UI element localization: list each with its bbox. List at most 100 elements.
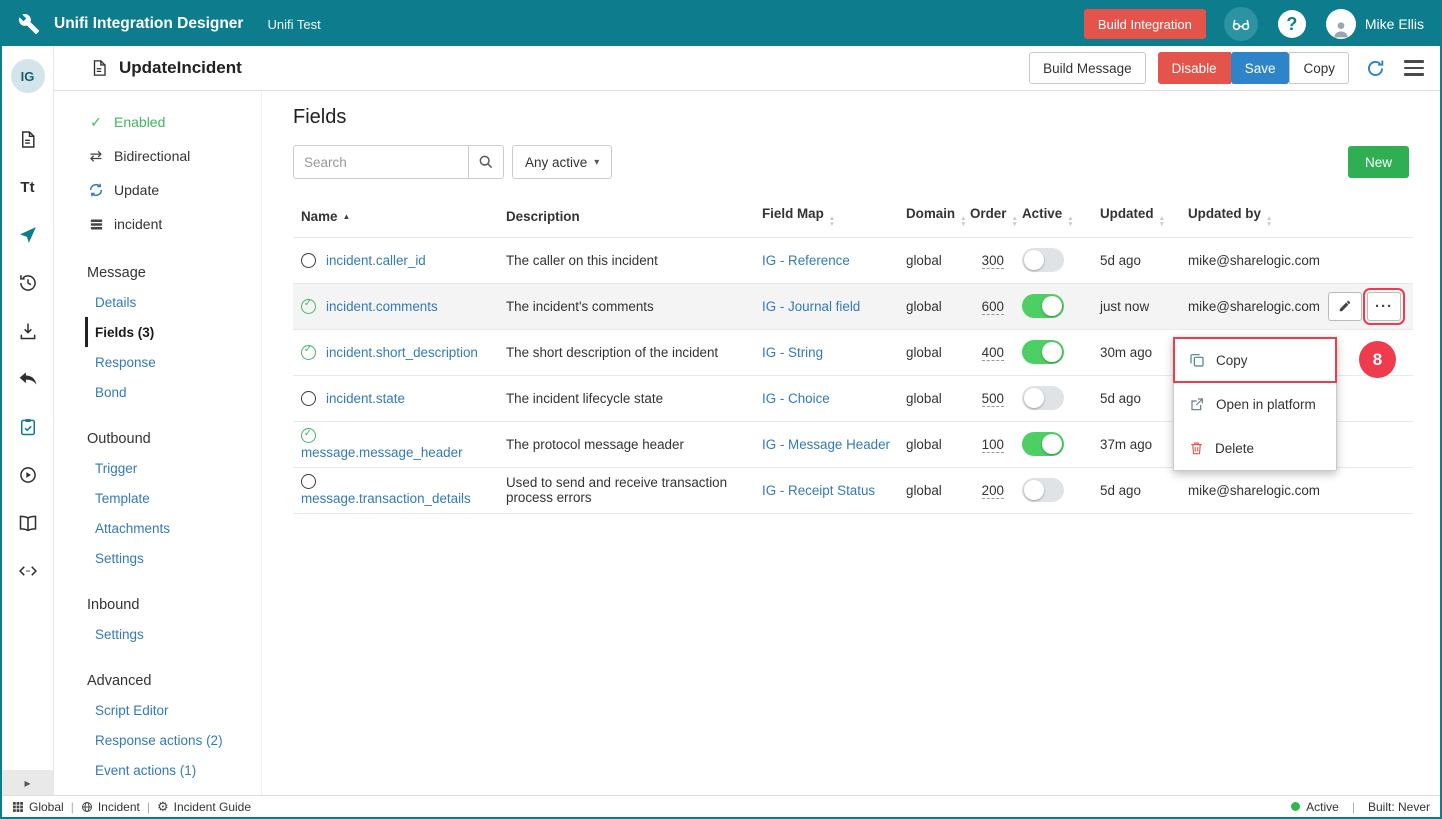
history-icon[interactable] <box>2 259 53 307</box>
sidebar-item-fields[interactable]: Fields (3) <box>85 317 261 347</box>
menu-icon[interactable] <box>1404 60 1424 76</box>
scope-incident[interactable]: Incident <box>81 800 140 814</box>
sidebar-item-attachments[interactable]: Attachments <box>54 513 261 543</box>
field-order[interactable]: 400 <box>982 345 1004 361</box>
field-order[interactable]: 100 <box>982 437 1004 453</box>
record-header: UpdateIncident Build Message Disable Sav… <box>54 46 1440 91</box>
col-header-updated-by[interactable]: Updated by▲▼ <box>1188 197 1328 237</box>
edit-button[interactable] <box>1328 292 1362 321</box>
col-header-order[interactable]: Order▲▼ <box>970 197 1022 237</box>
field-map-link[interactable]: IG - Message Header <box>762 437 890 452</box>
download-icon[interactable] <box>2 307 53 355</box>
search-icon <box>478 154 494 170</box>
menu-item-open-in-platform[interactable]: Open in platform <box>1174 382 1336 426</box>
collapse-icon[interactable]: ▸ <box>2 770 53 795</box>
sidebar: ✓ Enabled ⇄ Bidirectional Update inciden… <box>54 91 262 795</box>
field-order[interactable]: 500 <box>982 391 1004 407</box>
build-integration-button[interactable]: Build Integration <box>1084 9 1206 39</box>
sidebar-item-bidirectional[interactable]: ⇄ Bidirectional <box>54 139 261 173</box>
active-toggle[interactable] <box>1022 294 1064 318</box>
col-header-description[interactable]: Description <box>506 197 762 237</box>
user-avatar[interactable] <box>1326 9 1356 39</box>
field-name-link[interactable]: message.message_header <box>301 445 463 460</box>
integration-avatar[interactable]: IG <box>11 59 45 93</box>
save-button[interactable]: Save <box>1231 52 1290 84</box>
sidebar-item-update[interactable]: Update <box>54 173 261 207</box>
text-icon[interactable]: Tt <box>2 163 53 211</box>
sidebar-item-template[interactable]: Template <box>54 483 261 513</box>
col-header-field-map[interactable]: Field Map▲▼ <box>762 197 906 237</box>
field-order[interactable]: 600 <box>982 299 1004 315</box>
field-order[interactable]: 300 <box>982 253 1004 269</box>
refresh-icon[interactable] <box>1365 58 1386 79</box>
field-state-icon <box>301 299 316 314</box>
table-row[interactable]: incident.comments The incident's comment… <box>293 283 1413 329</box>
active-toggle[interactable] <box>1022 248 1064 272</box>
field-map-link[interactable]: IG - Reference <box>762 253 850 268</box>
active-toggle[interactable] <box>1022 478 1064 502</box>
sidebar-item-response[interactable]: Response <box>54 347 261 377</box>
field-order[interactable]: 200 <box>982 483 1004 499</box>
app-window: Unifi Integration Designer Unifi Test Bu… <box>0 0 1442 819</box>
document-icon[interactable] <box>2 115 53 163</box>
field-map-link[interactable]: IG - Receipt Status <box>762 483 875 498</box>
reply-icon[interactable] <box>2 355 53 403</box>
disable-button[interactable]: Disable <box>1158 52 1231 84</box>
search-input[interactable] <box>293 145 469 179</box>
active-filter-dropdown[interactable]: Any active ▾ <box>512 145 612 179</box>
table-row[interactable]: message.transaction_details Used to send… <box>293 467 1413 513</box>
document-icon <box>90 58 108 78</box>
active-toggle[interactable] <box>1022 386 1064 410</box>
sidebar-item-trigger[interactable]: Trigger <box>54 453 261 483</box>
field-map-link[interactable]: IG - Choice <box>762 391 830 406</box>
field-map-link[interactable]: IG - Journal field <box>762 299 860 314</box>
field-name-link[interactable]: incident.state <box>326 391 405 406</box>
sidebar-item-event-actions[interactable]: Event actions (1) <box>54 755 261 785</box>
field-state-icon <box>301 253 316 268</box>
sidebar-item-incident[interactable]: incident <box>54 207 261 241</box>
scope-global[interactable]: Global <box>12 800 64 814</box>
copy-button[interactable]: Copy <box>1289 52 1349 84</box>
search-button[interactable] <box>469 145 504 179</box>
code-icon[interactable] <box>2 547 53 595</box>
book-icon[interactable] <box>2 499 53 547</box>
field-name-link[interactable]: message.transaction_details <box>301 491 471 506</box>
col-header-active[interactable]: Active▲▼ <box>1022 197 1100 237</box>
help-icon[interactable]: ? <box>1278 10 1306 38</box>
workspace-name[interactable]: Unifi Test <box>267 17 320 32</box>
active-toggle[interactable] <box>1022 432 1064 456</box>
field-updated-by: mike@sharelogic.com <box>1188 283 1328 329</box>
field-name-link[interactable]: incident.caller_id <box>326 253 426 268</box>
user-name[interactable]: Mike Ellis <box>1365 16 1424 32</box>
col-header-name[interactable]: Name▲ <box>293 197 506 237</box>
sidebar-item-bond[interactable]: Bond <box>54 377 261 407</box>
active-toggle[interactable] <box>1022 340 1064 364</box>
field-updated-by: mike@sharelogic.com <box>1188 237 1328 283</box>
col-header-domain[interactable]: Domain▲▼ <box>906 197 970 237</box>
new-button[interactable]: New <box>1348 146 1409 178</box>
external-link-icon <box>1189 396 1205 412</box>
ellipsis-icon: ··· <box>1375 299 1393 314</box>
field-name-link[interactable]: incident.short_description <box>326 345 478 360</box>
menu-item-copy[interactable]: Copy <box>1174 338 1336 382</box>
sidebar-item-inbound-settings[interactable]: Settings <box>54 619 261 649</box>
sidebar-item-enabled[interactable]: ✓ Enabled <box>54 105 261 139</box>
build-message-button[interactable]: Build Message <box>1029 52 1146 84</box>
table-row[interactable]: incident.caller_id The caller on this in… <box>293 237 1413 283</box>
trash-icon <box>1189 440 1204 456</box>
more-actions-button[interactable]: ··· <box>1367 292 1401 321</box>
col-header-updated[interactable]: Updated▲▼ <box>1100 197 1188 237</box>
menu-item-delete[interactable]: Delete <box>1174 426 1336 470</box>
send-icon[interactable] <box>2 211 53 259</box>
built-status-label: Built: Never <box>1368 800 1430 814</box>
sidebar-item-outbound-settings[interactable]: Settings <box>54 543 261 573</box>
field-map-link[interactable]: IG - String <box>762 345 823 360</box>
glasses-icon[interactable] <box>1224 7 1258 41</box>
field-name-link[interactable]: incident.comments <box>326 299 438 314</box>
sidebar-item-script-editor[interactable]: Script Editor <box>54 695 261 725</box>
play-circle-icon[interactable] <box>2 451 53 499</box>
tasks-icon[interactable] <box>2 403 53 451</box>
sidebar-item-details[interactable]: Details <box>54 287 261 317</box>
scope-incident-guide[interactable]: ⚙ Incident Guide <box>157 800 251 814</box>
sidebar-item-response-actions[interactable]: Response actions (2) <box>54 725 261 755</box>
